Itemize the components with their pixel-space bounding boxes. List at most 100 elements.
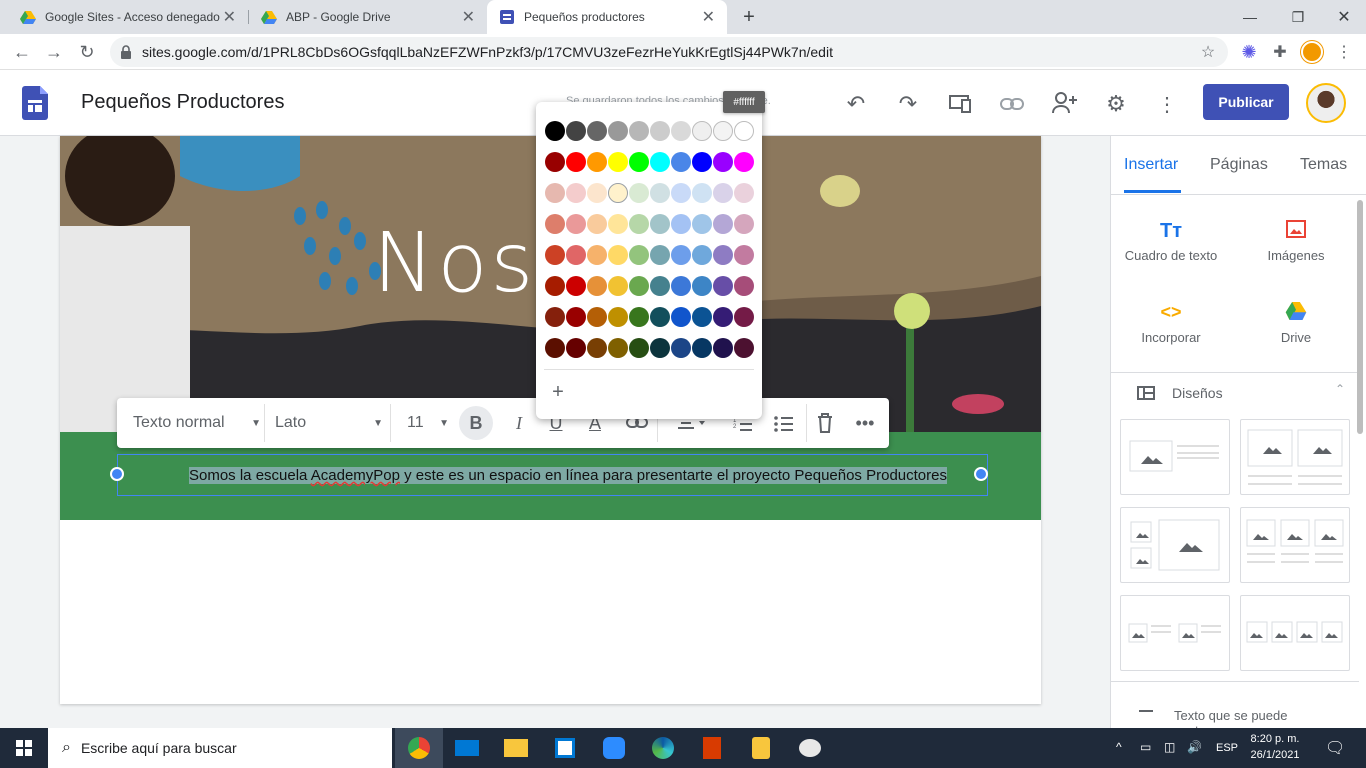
- color-swatch[interactable]: [692, 338, 712, 358]
- color-swatch[interactable]: [650, 338, 670, 358]
- color-swatch[interactable]: [545, 307, 565, 327]
- tab-paginas[interactable]: Páginas: [1210, 156, 1268, 174]
- color-swatch[interactable]: [692, 214, 712, 234]
- selected-text-box[interactable]: Somos la escuela AcademyPop y este es un…: [117, 454, 988, 496]
- color-swatch[interactable]: [671, 276, 691, 296]
- close-tab-icon[interactable]: ✕: [462, 7, 475, 27]
- reload-icon[interactable]: ↻: [75, 40, 99, 64]
- color-swatch[interactable]: [608, 276, 628, 296]
- color-swatch[interactable]: [566, 121, 586, 141]
- paragraph-style-dropdown[interactable]: Texto normal ▼: [133, 398, 261, 448]
- layout-option[interactable]: [1240, 595, 1350, 671]
- color-swatch[interactable]: [587, 245, 607, 265]
- bookmark-star-icon[interactable]: ☆: [1198, 42, 1218, 62]
- tab-temas[interactable]: Temas: [1300, 156, 1347, 174]
- browser-menu-icon[interactable]: ⋮: [1334, 40, 1354, 64]
- notifications-icon[interactable]: 🗨: [1325, 738, 1345, 758]
- browser-tab[interactable]: ABP - Google Drive ✕: [249, 0, 487, 34]
- color-swatch[interactable]: [608, 214, 628, 234]
- color-swatch[interactable]: [713, 121, 733, 141]
- color-swatch[interactable]: [650, 152, 670, 172]
- color-swatch[interactable]: [587, 338, 607, 358]
- color-swatch[interactable]: [608, 152, 628, 172]
- extension-icon[interactable]: ✺: [1237, 40, 1261, 64]
- color-swatch[interactable]: [608, 307, 628, 327]
- color-swatch[interactable]: [713, 245, 733, 265]
- layout-option[interactable]: [1120, 595, 1230, 671]
- insert-embed-button[interactable]: <> Incorporar: [1111, 302, 1231, 345]
- network-icon[interactable]: ◫: [1164, 740, 1175, 754]
- body-text[interactable]: Somos la escuela AcademyPop y este es un…: [189, 467, 947, 484]
- battery-icon[interactable]: ▭: [1140, 740, 1151, 754]
- insert-images-button[interactable]: Imágenes: [1236, 220, 1356, 263]
- color-swatch[interactable]: [713, 276, 733, 296]
- more-horizontal-icon[interactable]: •••: [852, 406, 878, 440]
- add-custom-color-icon[interactable]: +: [548, 381, 568, 403]
- taskbar-search[interactable]: ⌕ Escribe aquí para buscar: [48, 728, 392, 768]
- publish-button[interactable]: Publicar: [1203, 84, 1289, 120]
- color-swatch[interactable]: [566, 338, 586, 358]
- volume-icon[interactable]: 🔊: [1187, 740, 1202, 754]
- color-swatch[interactable]: [629, 276, 649, 296]
- tray-chevron-icon[interactable]: ^: [1116, 740, 1122, 754]
- taskbar-mail-icon[interactable]: [443, 728, 491, 768]
- taskbar-chrome-icon[interactable]: [395, 728, 443, 768]
- color-swatch[interactable]: [545, 183, 565, 203]
- color-swatch[interactable]: [587, 214, 607, 234]
- color-swatch[interactable]: [671, 307, 691, 327]
- color-swatch[interactable]: [692, 121, 712, 141]
- taskbar-file-explorer-icon[interactable]: [492, 728, 540, 768]
- close-window-icon[interactable]: ✕: [1332, 5, 1356, 29]
- color-swatch[interactable]: [692, 245, 712, 265]
- color-swatch[interactable]: [734, 121, 754, 141]
- color-swatch[interactable]: [671, 245, 691, 265]
- color-swatch[interactable]: [566, 214, 586, 234]
- color-swatch[interactable]: [650, 121, 670, 141]
- color-swatch[interactable]: [713, 214, 733, 234]
- color-swatch[interactable]: [671, 338, 691, 358]
- color-swatch[interactable]: [734, 276, 754, 296]
- color-swatch[interactable]: [545, 214, 565, 234]
- color-swatch[interactable]: [692, 307, 712, 327]
- color-swatch[interactable]: [545, 121, 565, 141]
- taskbar-paint-icon[interactable]: [786, 728, 834, 768]
- resize-handle-right[interactable]: [974, 467, 988, 481]
- color-swatch[interactable]: [629, 183, 649, 203]
- color-swatch[interactable]: [629, 338, 649, 358]
- profile-avatar-icon[interactable]: [1301, 41, 1323, 63]
- color-swatch[interactable]: [650, 214, 670, 234]
- color-swatch[interactable]: [545, 276, 565, 296]
- layout-option[interactable]: [1120, 419, 1230, 495]
- settings-gear-icon[interactable]: ⚙: [1103, 91, 1129, 117]
- layout-option[interactable]: [1240, 507, 1350, 583]
- color-swatch[interactable]: [734, 245, 754, 265]
- color-swatch[interactable]: [650, 245, 670, 265]
- color-swatch[interactable]: [566, 245, 586, 265]
- color-swatch[interactable]: [566, 183, 586, 203]
- color-swatch[interactable]: [713, 338, 733, 358]
- forward-icon[interactable]: →: [42, 40, 66, 64]
- browser-tab[interactable]: Google Sites - Acceso denegado ✕: [8, 0, 248, 34]
- panel-scrollbar[interactable]: [1357, 200, 1363, 434]
- color-swatch[interactable]: [545, 152, 565, 172]
- color-swatch[interactable]: [713, 307, 733, 327]
- font-size-dropdown[interactable]: 11 ▼: [407, 398, 449, 448]
- more-options-icon[interactable]: ⋮: [1157, 91, 1177, 117]
- color-swatch[interactable]: [587, 121, 607, 141]
- color-swatch[interactable]: [587, 307, 607, 327]
- italic-icon[interactable]: I: [502, 406, 536, 440]
- color-swatch[interactable]: [629, 152, 649, 172]
- color-swatch[interactable]: [713, 183, 733, 203]
- color-swatch[interactable]: [671, 183, 691, 203]
- color-swatch[interactable]: [566, 307, 586, 327]
- color-swatch[interactable]: [692, 276, 712, 296]
- taskbar-office-icon[interactable]: [688, 728, 736, 768]
- language-indicator[interactable]: ESP: [1216, 742, 1238, 754]
- color-swatch[interactable]: [608, 245, 628, 265]
- color-swatch[interactable]: [671, 121, 691, 141]
- color-swatch[interactable]: [587, 183, 607, 203]
- color-swatch[interactable]: [692, 183, 712, 203]
- color-swatch[interactable]: [734, 152, 754, 172]
- preview-devices-icon[interactable]: [948, 95, 972, 113]
- color-swatch[interactable]: [566, 152, 586, 172]
